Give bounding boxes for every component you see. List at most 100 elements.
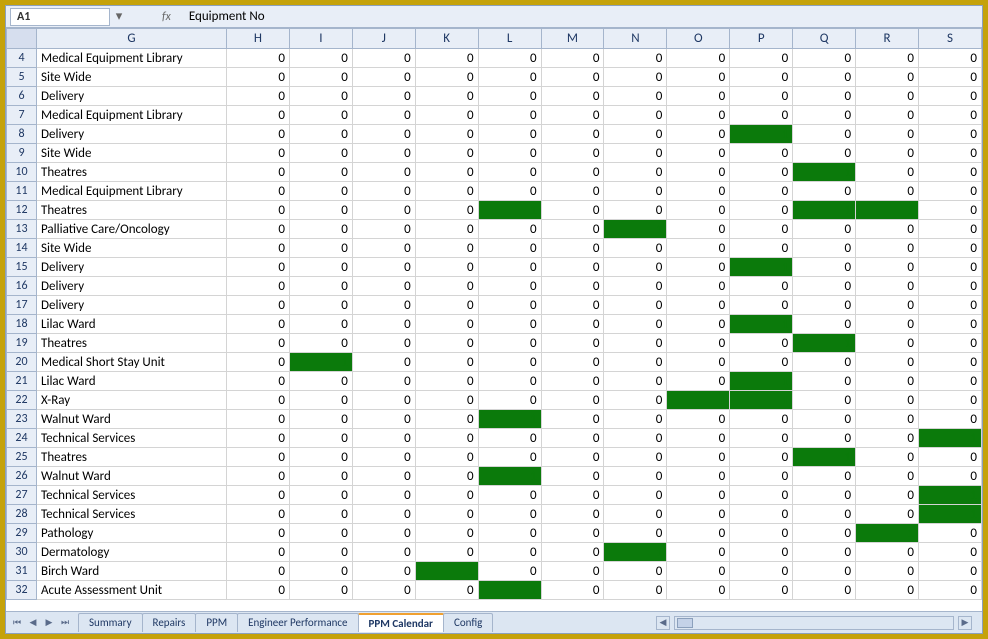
cell[interactable]: 0 <box>604 353 667 372</box>
column-header[interactable]: S <box>918 29 981 49</box>
cell[interactable]: 0 <box>352 163 415 182</box>
cell[interactable]: 0 <box>352 391 415 410</box>
cell[interactable]: 0 <box>478 334 541 353</box>
cell[interactable]: 0 <box>227 543 290 562</box>
cell[interactable]: 0 <box>415 505 478 524</box>
cell[interactable]: 0 <box>289 163 352 182</box>
cell[interactable]: 0 <box>604 106 667 125</box>
cell[interactable]: 0 <box>289 277 352 296</box>
cell[interactable]: 0 <box>227 467 290 486</box>
cell[interactable]: 0 <box>352 239 415 258</box>
cell[interactable]: 0 <box>856 49 919 68</box>
cell[interactable]: 0 <box>227 125 290 144</box>
cell[interactable]: 0 <box>730 334 793 353</box>
cell[interactable]: 0 <box>352 201 415 220</box>
cell[interactable]: Delivery <box>37 296 227 315</box>
cell[interactable]: 0 <box>667 125 730 144</box>
cell[interactable]: 0 <box>541 68 604 87</box>
cell[interactable]: 0 <box>667 334 730 353</box>
cell[interactable]: 0 <box>289 467 352 486</box>
cell[interactable]: 1 <box>793 163 856 182</box>
row-header[interactable]: 20 <box>7 353 37 372</box>
cell[interactable]: 0 <box>918 239 981 258</box>
cell[interactable]: 0 <box>667 277 730 296</box>
cell[interactable]: 0 <box>667 87 730 106</box>
row-header[interactable]: 4 <box>7 49 37 68</box>
cell[interactable]: 0 <box>730 410 793 429</box>
cell[interactable]: 0 <box>604 49 667 68</box>
cell[interactable]: 0 <box>352 524 415 543</box>
cell[interactable]: 0 <box>478 505 541 524</box>
cell[interactable]: 0 <box>918 258 981 277</box>
cell[interactable]: 0 <box>856 239 919 258</box>
cell[interactable]: 0 <box>415 182 478 201</box>
cell[interactable]: 0 <box>918 543 981 562</box>
cell[interactable]: 0 <box>352 486 415 505</box>
cell[interactable]: 0 <box>352 277 415 296</box>
cell[interactable]: 0 <box>918 467 981 486</box>
cell[interactable]: 0 <box>667 486 730 505</box>
cell[interactable]: 0 <box>415 391 478 410</box>
cell[interactable]: 0 <box>352 315 415 334</box>
cell[interactable]: 0 <box>793 353 856 372</box>
formula-input[interactable] <box>183 8 978 25</box>
cell[interactable]: 0 <box>541 562 604 581</box>
cell[interactable]: 0 <box>227 372 290 391</box>
cell[interactable]: 0 <box>289 49 352 68</box>
cell[interactable]: 0 <box>541 334 604 353</box>
cell[interactable]: 0 <box>352 372 415 391</box>
cell[interactable]: 0 <box>730 106 793 125</box>
cell[interactable]: 0 <box>604 467 667 486</box>
cell[interactable]: 0 <box>289 239 352 258</box>
cell[interactable]: 1 <box>730 125 793 144</box>
cell[interactable]: Pathology <box>37 524 227 543</box>
cell[interactable]: 0 <box>478 87 541 106</box>
cell[interactable]: Site Wide <box>37 239 227 258</box>
cell[interactable]: 0 <box>604 87 667 106</box>
cell[interactable]: 0 <box>918 296 981 315</box>
cell[interactable]: 0 <box>478 49 541 68</box>
cell[interactable]: 0 <box>730 239 793 258</box>
row-header[interactable]: 31 <box>7 562 37 581</box>
cell[interactable]: 0 <box>667 448 730 467</box>
cell[interactable]: 0 <box>793 562 856 581</box>
column-header[interactable]: P <box>730 29 793 49</box>
cell[interactable]: 0 <box>478 239 541 258</box>
cell[interactable]: 0 <box>415 258 478 277</box>
row-header[interactable]: 26 <box>7 467 37 486</box>
cell[interactable]: 0 <box>730 144 793 163</box>
cell[interactable]: Medical Short Stay Unit <box>37 353 227 372</box>
cell[interactable]: 1 <box>918 505 981 524</box>
cell[interactable]: 0 <box>415 467 478 486</box>
cell[interactable]: 0 <box>352 505 415 524</box>
cell[interactable]: 0 <box>730 296 793 315</box>
cell[interactable]: 0 <box>289 144 352 163</box>
cell[interactable]: 0 <box>289 486 352 505</box>
cell[interactable]: 1 <box>793 448 856 467</box>
sheet-tab[interactable]: Config <box>443 613 493 632</box>
cell[interactable]: 0 <box>604 144 667 163</box>
cell[interactable]: 0 <box>352 68 415 87</box>
cell[interactable]: 0 <box>604 562 667 581</box>
cell[interactable]: 0 <box>856 182 919 201</box>
cell[interactable]: Palliative Care/Oncology <box>37 220 227 239</box>
cell[interactable]: 0 <box>289 581 352 600</box>
cell[interactable]: 0 <box>227 486 290 505</box>
cell[interactable]: 0 <box>667 429 730 448</box>
cell[interactable]: 0 <box>604 581 667 600</box>
cell-reference-input[interactable] <box>10 8 110 26</box>
cell[interactable]: 0 <box>918 391 981 410</box>
cell[interactable]: 0 <box>415 315 478 334</box>
cell[interactable]: 1 <box>604 220 667 239</box>
row-header[interactable]: 28 <box>7 505 37 524</box>
cell[interactable]: 0 <box>604 448 667 467</box>
cell[interactable]: 0 <box>667 315 730 334</box>
scroll-thumb[interactable] <box>677 618 693 628</box>
cell[interactable]: 0 <box>793 296 856 315</box>
cell[interactable]: 0 <box>478 182 541 201</box>
cell[interactable]: 0 <box>352 106 415 125</box>
cell[interactable]: 0 <box>541 486 604 505</box>
cell[interactable]: 0 <box>352 258 415 277</box>
cell[interactable]: 0 <box>918 277 981 296</box>
row-header[interactable]: 19 <box>7 334 37 353</box>
